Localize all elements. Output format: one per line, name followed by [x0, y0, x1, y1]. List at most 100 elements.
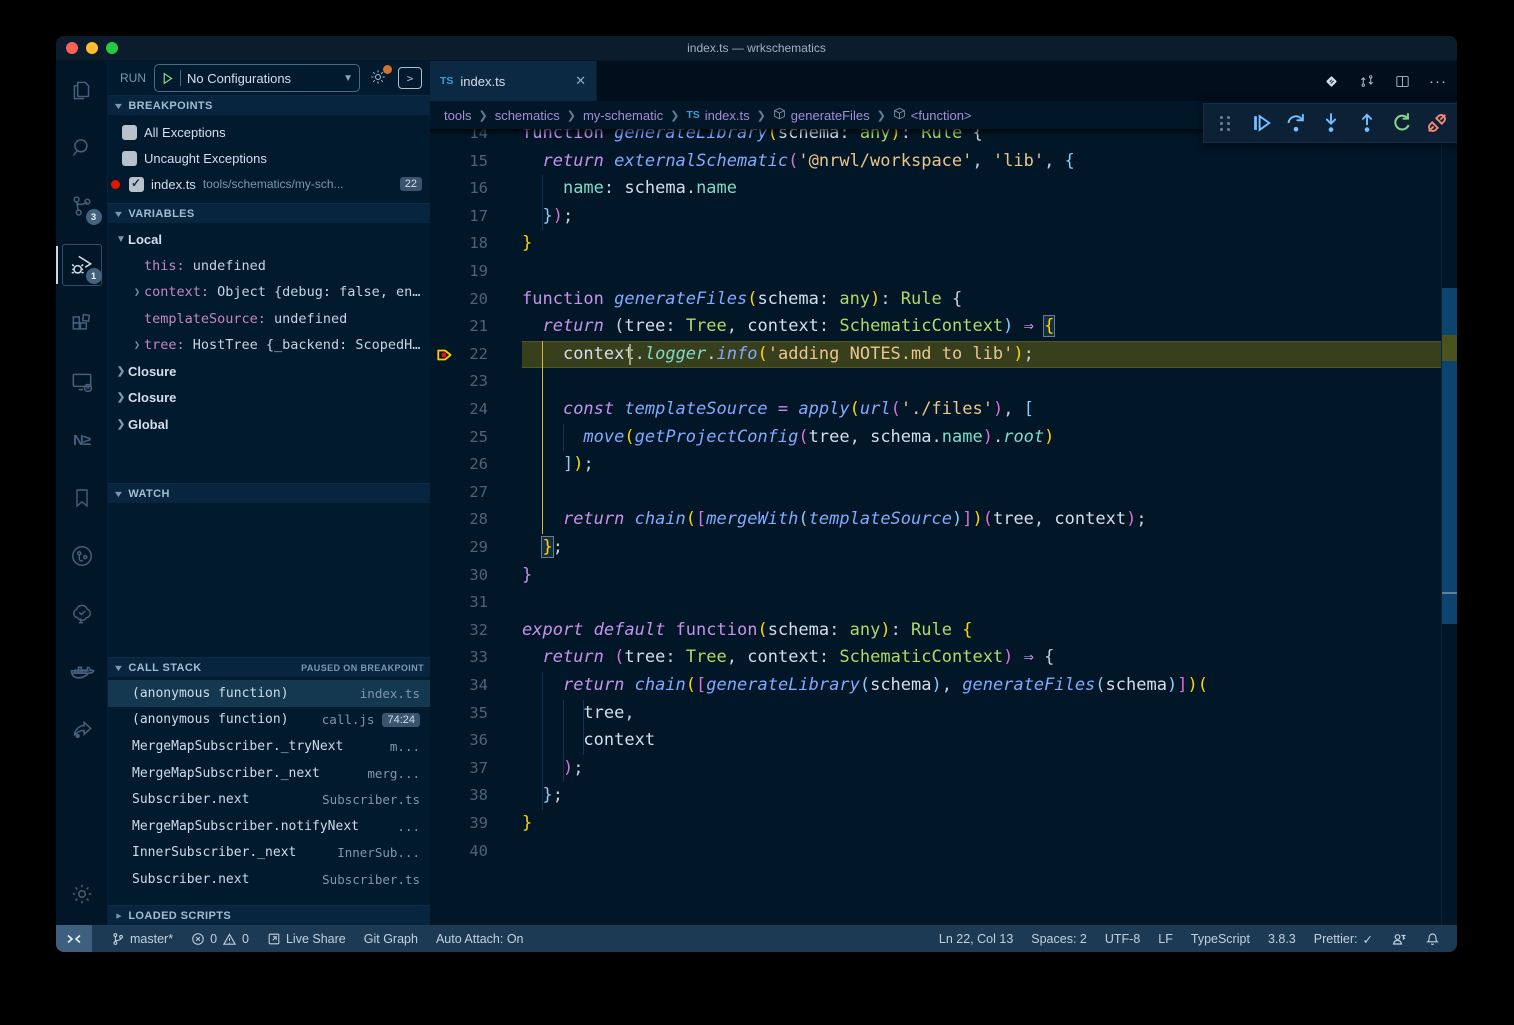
step-into-button[interactable]	[1316, 107, 1347, 139]
line-number[interactable]: 19	[430, 258, 488, 286]
callstack-frame[interactable]: (anonymous function)index.ts	[108, 680, 430, 707]
twist-icon[interactable]: ❯	[114, 392, 128, 403]
callstack-frame[interactable]: Subscriber.nextSubscriber.ts	[108, 866, 430, 893]
remote-indicator[interactable]	[56, 925, 92, 952]
paused-breakpoint-icon[interactable]	[436, 346, 454, 369]
code-line[interactable]: 27	[430, 479, 1442, 507]
step-out-button[interactable]	[1351, 107, 1382, 139]
bookmarks-icon[interactable]	[60, 475, 104, 521]
close-window-button[interactable]	[66, 42, 78, 54]
zoom-window-button[interactable]	[106, 42, 118, 54]
nx-console-icon[interactable]: N≥	[60, 417, 104, 463]
code-line[interactable]: 33 return (tree: Tree, context: Schemati…	[430, 644, 1442, 672]
callstack-frame[interactable]: InnerSubscriber._nextInnerSub...	[108, 840, 430, 867]
line-number[interactable]: 29	[430, 534, 488, 562]
prettier-icon[interactable]	[1323, 73, 1340, 90]
line-number[interactable]: 34	[430, 672, 488, 700]
breadcrumb-item[interactable]: tools	[444, 108, 471, 123]
launch-config-dropdown[interactable]: No Configurations ▼	[154, 64, 360, 92]
loaded-scripts-section-header[interactable]: ▼LOADED SCRIPTS	[108, 905, 430, 925]
encoding-indicator[interactable]: UTF-8	[1096, 925, 1149, 952]
compare-changes-icon[interactable]	[1358, 72, 1376, 90]
breadcrumb-item[interactable]: generateFiles	[773, 107, 870, 123]
variable-row[interactable]: this: undefined	[108, 253, 430, 279]
twist-icon[interactable]: ❯	[114, 419, 128, 430]
code-line[interactable]: 31	[430, 589, 1442, 617]
search-icon[interactable]	[60, 125, 104, 171]
twist-icon[interactable]: ❯	[130, 287, 144, 298]
code-line[interactable]: 16 name: schema.name	[430, 175, 1442, 203]
code-line[interactable]: 35 tree,	[430, 700, 1442, 728]
line-number[interactable]: 33	[430, 644, 488, 672]
code-line[interactable]: 36 context	[430, 727, 1442, 755]
variable-row[interactable]: ❯tree: HostTree {_backend: ScopedH…	[108, 332, 430, 358]
settings-gear-icon[interactable]	[60, 871, 104, 917]
code-line[interactable]: 39}	[430, 810, 1442, 838]
twist-icon[interactable]: ▼	[114, 234, 128, 245]
line-number[interactable]: 25	[430, 424, 488, 452]
line-number[interactable]: 40	[430, 838, 488, 866]
callstack-frame[interactable]: MergeMapSubscriber._nextmerg...	[108, 760, 430, 787]
line-number[interactable]: 26	[430, 451, 488, 479]
code-line[interactable]: 18}	[430, 230, 1442, 258]
variable-row[interactable]: templateSource: undefined	[108, 305, 430, 331]
feedback-icon[interactable]	[1382, 925, 1416, 952]
split-editor-icon[interactable]	[1394, 73, 1411, 90]
checkbox[interactable]	[122, 151, 137, 166]
breakpoint-item[interactable]: index.tstools/schematics/my-sch...22	[108, 171, 430, 197]
breadcrumb-item[interactable]: <function>	[893, 107, 972, 123]
code-line[interactable]: 15 return externalSchematic('@nrwl/works…	[430, 148, 1442, 176]
twist-icon[interactable]: ❯	[114, 366, 128, 377]
editor-scrollbar[interactable]	[1441, 129, 1457, 925]
git-branch-indicator[interactable]: master*	[102, 925, 182, 952]
code-line[interactable]: 38 };	[430, 782, 1442, 810]
code-line[interactable]: 17 });	[430, 203, 1442, 231]
indentation-indicator[interactable]: Spaces: 2	[1022, 925, 1096, 952]
line-number[interactable]: 31	[430, 589, 488, 617]
code-line[interactable]: 23	[430, 368, 1442, 396]
line-number[interactable]: 24	[430, 396, 488, 424]
docker-icon[interactable]	[60, 649, 104, 695]
problems-indicator[interactable]: 0 0	[182, 925, 258, 952]
line-number[interactable]: 39	[430, 810, 488, 838]
callstack-frame[interactable]: (anonymous function)call.js74:24	[108, 707, 430, 734]
code-line[interactable]: 21 return (tree: Tree, context: Schemati…	[430, 313, 1442, 341]
explorer-icon[interactable]	[60, 67, 104, 113]
line-number[interactable]: 21	[430, 313, 488, 341]
extensions-icon[interactable]	[60, 301, 104, 347]
breakpoints-section-header[interactable]: ▼BREAKPOINTS	[108, 95, 430, 115]
breakpoint-item[interactable]: Uncaught Exceptions	[108, 145, 430, 171]
line-number[interactable]: 18	[430, 230, 488, 258]
line-number[interactable]: 15	[430, 148, 488, 176]
twist-icon[interactable]: ❯	[130, 340, 144, 351]
line-number[interactable]: 32	[430, 617, 488, 645]
breadcrumb-item[interactable]: schematics	[495, 108, 560, 123]
typescript-version-indicator[interactable]: 3.8.3	[1259, 925, 1305, 952]
checkbox[interactable]	[122, 125, 137, 140]
debug-console-icon[interactable]: >	[398, 67, 422, 89]
source-control-icon[interactable]: 3	[60, 183, 104, 229]
call-stack-section-header[interactable]: ▼CALL STACK PAUSED ON BREAKPOINT	[108, 657, 430, 677]
line-number[interactable]: 35	[430, 700, 488, 728]
line-number[interactable]: 14	[430, 129, 488, 148]
share-icon[interactable]	[60, 707, 104, 753]
breadcrumb-item[interactable]: my-schematic	[583, 108, 663, 123]
prettier-indicator[interactable]: Prettier:✓	[1305, 925, 1382, 952]
code-line[interactable]: 24 const templateSource = apply(url('./f…	[430, 396, 1442, 424]
variable-scope-row[interactable]: ❯Global	[108, 411, 430, 437]
variable-scope-row[interactable]: ❯Closure	[108, 358, 430, 384]
line-number[interactable]: 23	[430, 368, 488, 396]
code-line[interactable]: 20function generateFiles(schema: any): R…	[430, 286, 1442, 314]
drag-handle[interactable]	[1210, 107, 1241, 139]
variable-row[interactable]: ❯context: Object {debug: false, en…	[108, 279, 430, 305]
watch-section-header[interactable]: ▼WATCH	[108, 483, 430, 503]
line-number[interactable]: 28	[430, 506, 488, 534]
start-debug-icon[interactable]	[161, 72, 174, 85]
code-line[interactable]: 37 );	[430, 755, 1442, 783]
line-number[interactable]: 17	[430, 203, 488, 231]
code-line[interactable]: 34 return chain([generateLibrary(schema)…	[430, 672, 1442, 700]
breakpoint-item[interactable]: All Exceptions	[108, 119, 430, 145]
line-number[interactable]: 27	[430, 479, 488, 507]
code-line[interactable]: 26 ]);	[430, 451, 1442, 479]
cursor-position-indicator[interactable]: Ln 22, Col 13	[930, 925, 1022, 952]
